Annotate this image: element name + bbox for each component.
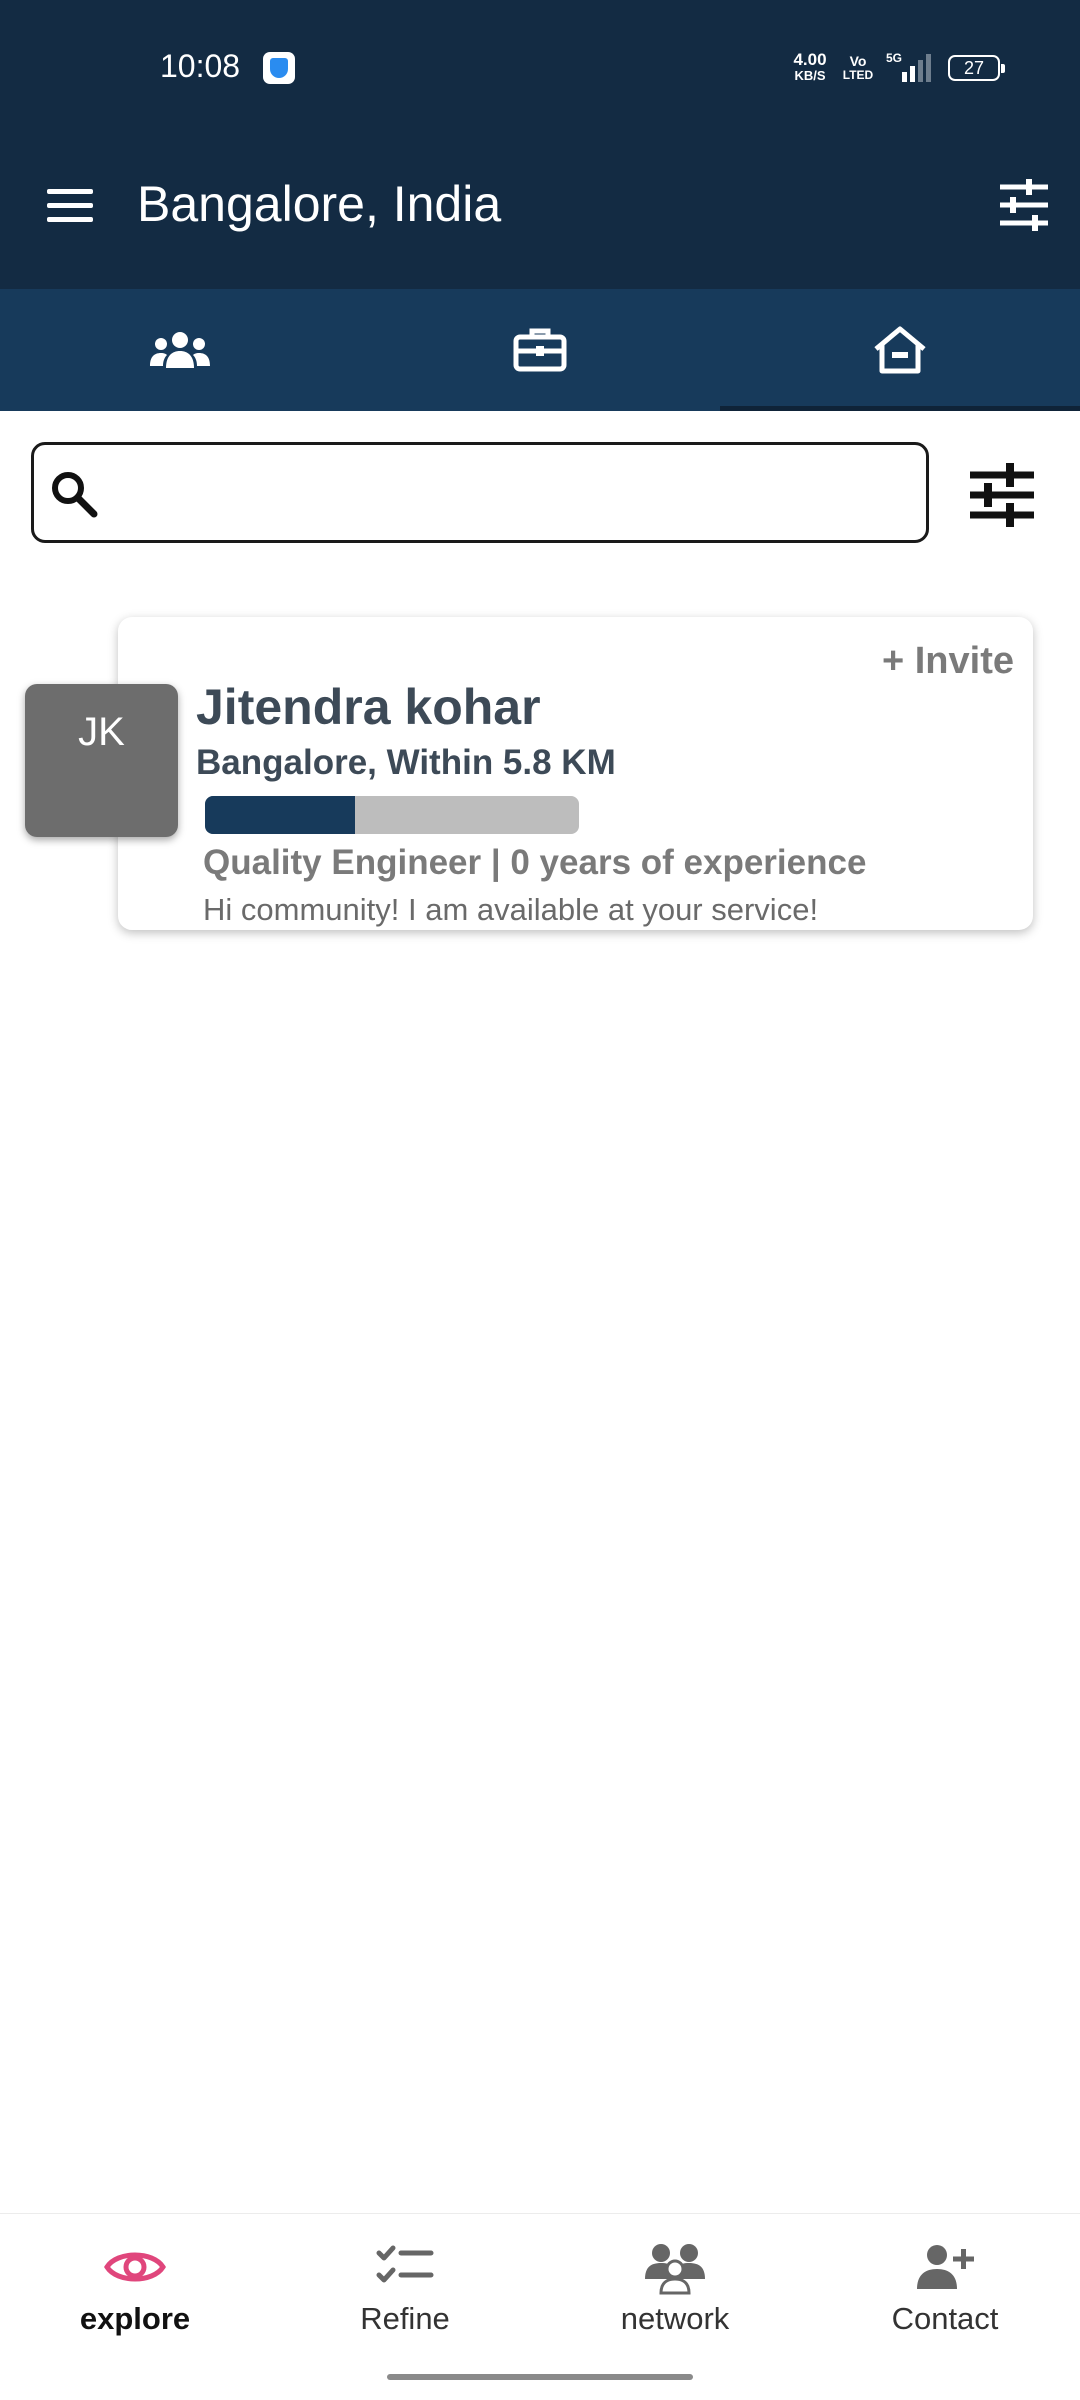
checklist-icon [376, 2245, 434, 2283]
search-icon [52, 472, 98, 518]
tune-icon[interactable] [994, 175, 1054, 235]
menu-icon[interactable] [44, 183, 96, 229]
briefcase-icon [513, 328, 567, 372]
users-icon [150, 332, 210, 368]
nav-contact[interactable]: Contact [810, 2214, 1080, 2400]
nav-label-contact: Contact [891, 2301, 999, 2336]
network-speed: 4.00 KB/S [793, 50, 827, 83]
profile-location: Bangalore, Within 5.8 KM [196, 743, 616, 782]
profile-bio: Hi community! I am available at your ser… [203, 892, 819, 927]
nav-label-refine: Refine [360, 2301, 450, 2336]
nav-label-explore: explore [79, 2301, 191, 2336]
filter-icon[interactable] [962, 455, 1042, 535]
home-indicator[interactable] [387, 2374, 693, 2380]
app-bar: Bangalore, India [0, 135, 1080, 289]
nav-network[interactable]: network [540, 2214, 810, 2400]
volte-indicator: Vo LTED [842, 53, 874, 82]
nav-label-network: network [620, 2301, 730, 2336]
status-time: 10:08 [160, 48, 241, 84]
nav-refine[interactable]: Refine [270, 2214, 540, 2400]
search-input[interactable] [114, 463, 904, 523]
battery-icon: 27 [948, 55, 1005, 81]
profile-progress-fill [205, 796, 355, 834]
network-icon [645, 2244, 705, 2295]
profile-role: Quality Engineer | 0 years of experience [203, 843, 867, 882]
tab-home[interactable] [720, 289, 1080, 411]
eye-icon [104, 2252, 166, 2282]
invite-button[interactable]: + Invite [882, 640, 1014, 683]
signal-icon: 5G [886, 51, 931, 82]
profile-progress-bar [205, 796, 579, 834]
add-contact-icon [917, 2245, 974, 2289]
shield-icon [263, 52, 295, 84]
page-title: Bangalore, India [137, 176, 502, 232]
tab-bar [0, 289, 1080, 411]
avatar[interactable]: JK [25, 684, 178, 837]
status-bar: 10:08 4.00 KB/S Vo LTED 5G 27 [0, 0, 1080, 135]
network-type: 5G [886, 51, 902, 65]
home-icon [874, 326, 926, 374]
tab-jobs[interactable] [360, 289, 720, 411]
tab-people[interactable] [0, 289, 360, 411]
search-box [31, 442, 929, 543]
nav-explore[interactable]: explore [0, 2214, 270, 2400]
profile-name: Jitendra kohar [196, 679, 541, 735]
bottom-nav: explore Refine network Contact [0, 2213, 1080, 2400]
